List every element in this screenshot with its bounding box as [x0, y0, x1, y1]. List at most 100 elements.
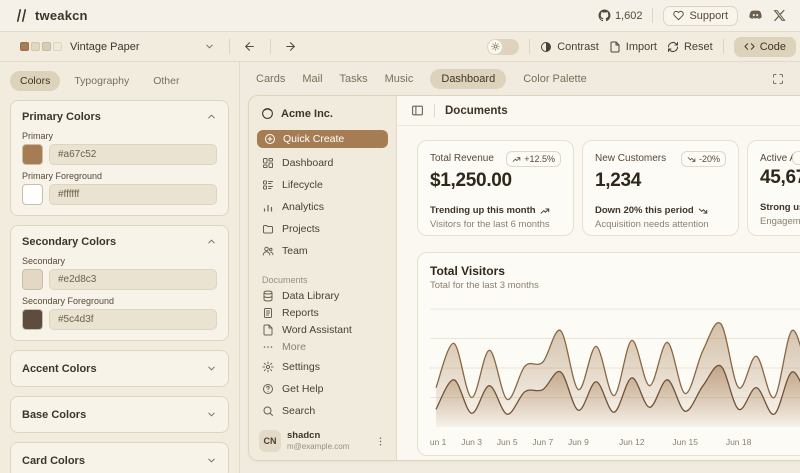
- chevron-up-icon: [206, 111, 217, 122]
- svg-text:Jun 12: Jun 12: [619, 437, 645, 447]
- support-button[interactable]: Support: [663, 6, 738, 26]
- users-icon: [262, 245, 274, 257]
- file-import-icon: [609, 41, 621, 53]
- dashboard-preview: Acme Inc. Quick Create Dashboard L: [248, 95, 800, 461]
- quick-create-button[interactable]: Quick Create: [257, 130, 388, 148]
- section-accent-colors[interactable]: Accent Colors: [10, 350, 229, 387]
- sun-icon: [491, 42, 500, 51]
- contrast-icon: [540, 41, 552, 53]
- color-swatch-primary-foreground[interactable]: [22, 184, 43, 205]
- tab-mail[interactable]: Mail: [302, 73, 322, 85]
- svg-text:Jun 15: Jun 15: [672, 437, 698, 447]
- theme-preset-select[interactable]: Vintage Paper: [14, 39, 221, 55]
- trending-up-icon: [512, 155, 521, 164]
- gear-icon: [262, 361, 274, 373]
- reset-button[interactable]: Reset: [667, 41, 713, 53]
- fullscreen-button[interactable]: [772, 73, 784, 85]
- nav-item-data-library[interactable]: Data Library: [257, 287, 388, 304]
- user-menu[interactable]: CN shadcn m@example.com: [257, 428, 388, 452]
- section-secondary-header[interactable]: Secondary Colors: [22, 233, 217, 250]
- discord-icon: [748, 8, 763, 23]
- section-title: Accent Colors: [22, 363, 97, 375]
- nav-item-analytics[interactable]: Analytics: [257, 196, 388, 218]
- nav-item-settings[interactable]: Settings: [257, 356, 388, 378]
- org-logo-icon: [261, 107, 274, 120]
- nav-item-more[interactable]: More: [257, 339, 388, 356]
- redo-button[interactable]: [279, 37, 303, 57]
- hex-input-primary[interactable]: #a67c52: [49, 144, 217, 165]
- github-icon: [598, 9, 611, 22]
- field-label: Primary Foreground: [22, 171, 217, 181]
- nav-label: Projects: [282, 223, 320, 235]
- section-secondary-colors: Secondary Colors Secondary #e2d8c3 Secon…: [10, 225, 229, 341]
- code-button[interactable]: Code: [734, 37, 796, 57]
- search-icon: [262, 405, 274, 417]
- nav-label: Search: [282, 405, 315, 417]
- nav-item-reports[interactable]: Reports: [257, 304, 388, 321]
- nav-item-word-assistant[interactable]: Word Assistant: [257, 322, 388, 339]
- chart-title: Total Visitors: [430, 264, 800, 278]
- hex-input-secondary-foreground[interactable]: #5c4d3f: [49, 309, 217, 330]
- nav-item-dashboard[interactable]: Dashboard: [257, 152, 388, 174]
- tab-other[interactable]: Other: [143, 71, 189, 91]
- nav-item-search[interactable]: Search: [257, 400, 388, 422]
- undo-button[interactable]: [238, 37, 262, 57]
- trending-down-icon: [687, 155, 696, 164]
- stat-value: $1,250.00: [430, 170, 561, 192]
- tweakcn-logo-icon: [14, 8, 29, 23]
- section-base-colors[interactable]: Base Colors: [10, 396, 229, 433]
- import-label: Import: [626, 41, 657, 53]
- section-card-colors[interactable]: Card Colors: [10, 442, 229, 473]
- nav-item-team[interactable]: Team: [257, 240, 388, 262]
- section-primary-header[interactable]: Primary Colors: [22, 108, 217, 125]
- nav-item-lifecycle[interactable]: Lifecycle: [257, 174, 388, 196]
- theme-swatches: [20, 42, 62, 51]
- code-label: Code: [760, 41, 786, 53]
- chart-bar-icon: [262, 201, 274, 213]
- theme-swatch-4: [53, 42, 62, 51]
- theme-toolbar: Vintage Paper Contrast: [0, 32, 800, 62]
- discord-button[interactable]: [748, 8, 763, 23]
- tab-music[interactable]: Music: [385, 73, 414, 85]
- chevron-down-icon: [206, 409, 217, 420]
- color-swatch-primary[interactable]: [22, 144, 43, 165]
- github-stars[interactable]: 1,602: [598, 9, 643, 22]
- sidebar-toggle-button[interactable]: [411, 104, 424, 117]
- stat-card-total-revenue: Total Revenue +12.5% $1,250.00 Trending …: [417, 140, 574, 236]
- nav-item-get-help[interactable]: Get Help: [257, 378, 388, 400]
- x-twitter-button[interactable]: [773, 9, 786, 22]
- list-icon: [262, 179, 274, 191]
- plus-circle-icon: [264, 133, 276, 145]
- tab-typography[interactable]: Typography: [64, 71, 139, 91]
- hex-input-secondary[interactable]: #e2d8c3: [49, 269, 217, 290]
- total-visitors-chart-card: Total Visitors Total for the last 3 mont…: [417, 252, 800, 456]
- tab-color-palette[interactable]: Color Palette: [523, 73, 587, 85]
- org-name: Acme Inc.: [281, 108, 333, 120]
- color-swatch-secondary-foreground[interactable]: [22, 309, 43, 330]
- stat-footer-sub: Acquisition needs attention: [595, 218, 726, 232]
- color-swatch-secondary[interactable]: [22, 269, 43, 290]
- brand[interactable]: tweakcn: [14, 8, 88, 23]
- section-title: Card Colors: [22, 455, 85, 467]
- visitors-area-chart[interactable]: Jun 1Jun 3Jun 5Jun 7Jun 9Jun 12Jun 15Jun…: [430, 299, 800, 451]
- tab-dashboard[interactable]: Dashboard: [430, 69, 506, 89]
- trending-down-icon: [698, 206, 708, 216]
- stat-title: Total Revenue: [430, 151, 494, 164]
- contrast-button[interactable]: Contrast: [540, 41, 599, 53]
- tab-cards[interactable]: Cards: [256, 73, 285, 85]
- toggle-knob: [488, 40, 502, 54]
- hex-input-primary-foreground[interactable]: #ffffff: [49, 184, 217, 205]
- dots-vertical-icon: [375, 436, 386, 447]
- tab-colors[interactable]: Colors: [10, 71, 60, 91]
- tab-tasks[interactable]: Tasks: [340, 73, 368, 85]
- nav-label: Reports: [282, 307, 319, 319]
- import-button[interactable]: Import: [609, 41, 657, 53]
- x-twitter-icon: [773, 9, 786, 22]
- nav-label: Settings: [282, 361, 320, 373]
- demo-sidebar: Acme Inc. Quick Create Dashboard L: [249, 96, 397, 460]
- theme-mode-toggle[interactable]: [487, 39, 519, 55]
- org-switcher[interactable]: Acme Inc.: [257, 105, 388, 120]
- nav-item-projects[interactable]: Projects: [257, 218, 388, 240]
- badge-value: +12.5%: [524, 154, 555, 164]
- page-title: Documents: [445, 105, 508, 117]
